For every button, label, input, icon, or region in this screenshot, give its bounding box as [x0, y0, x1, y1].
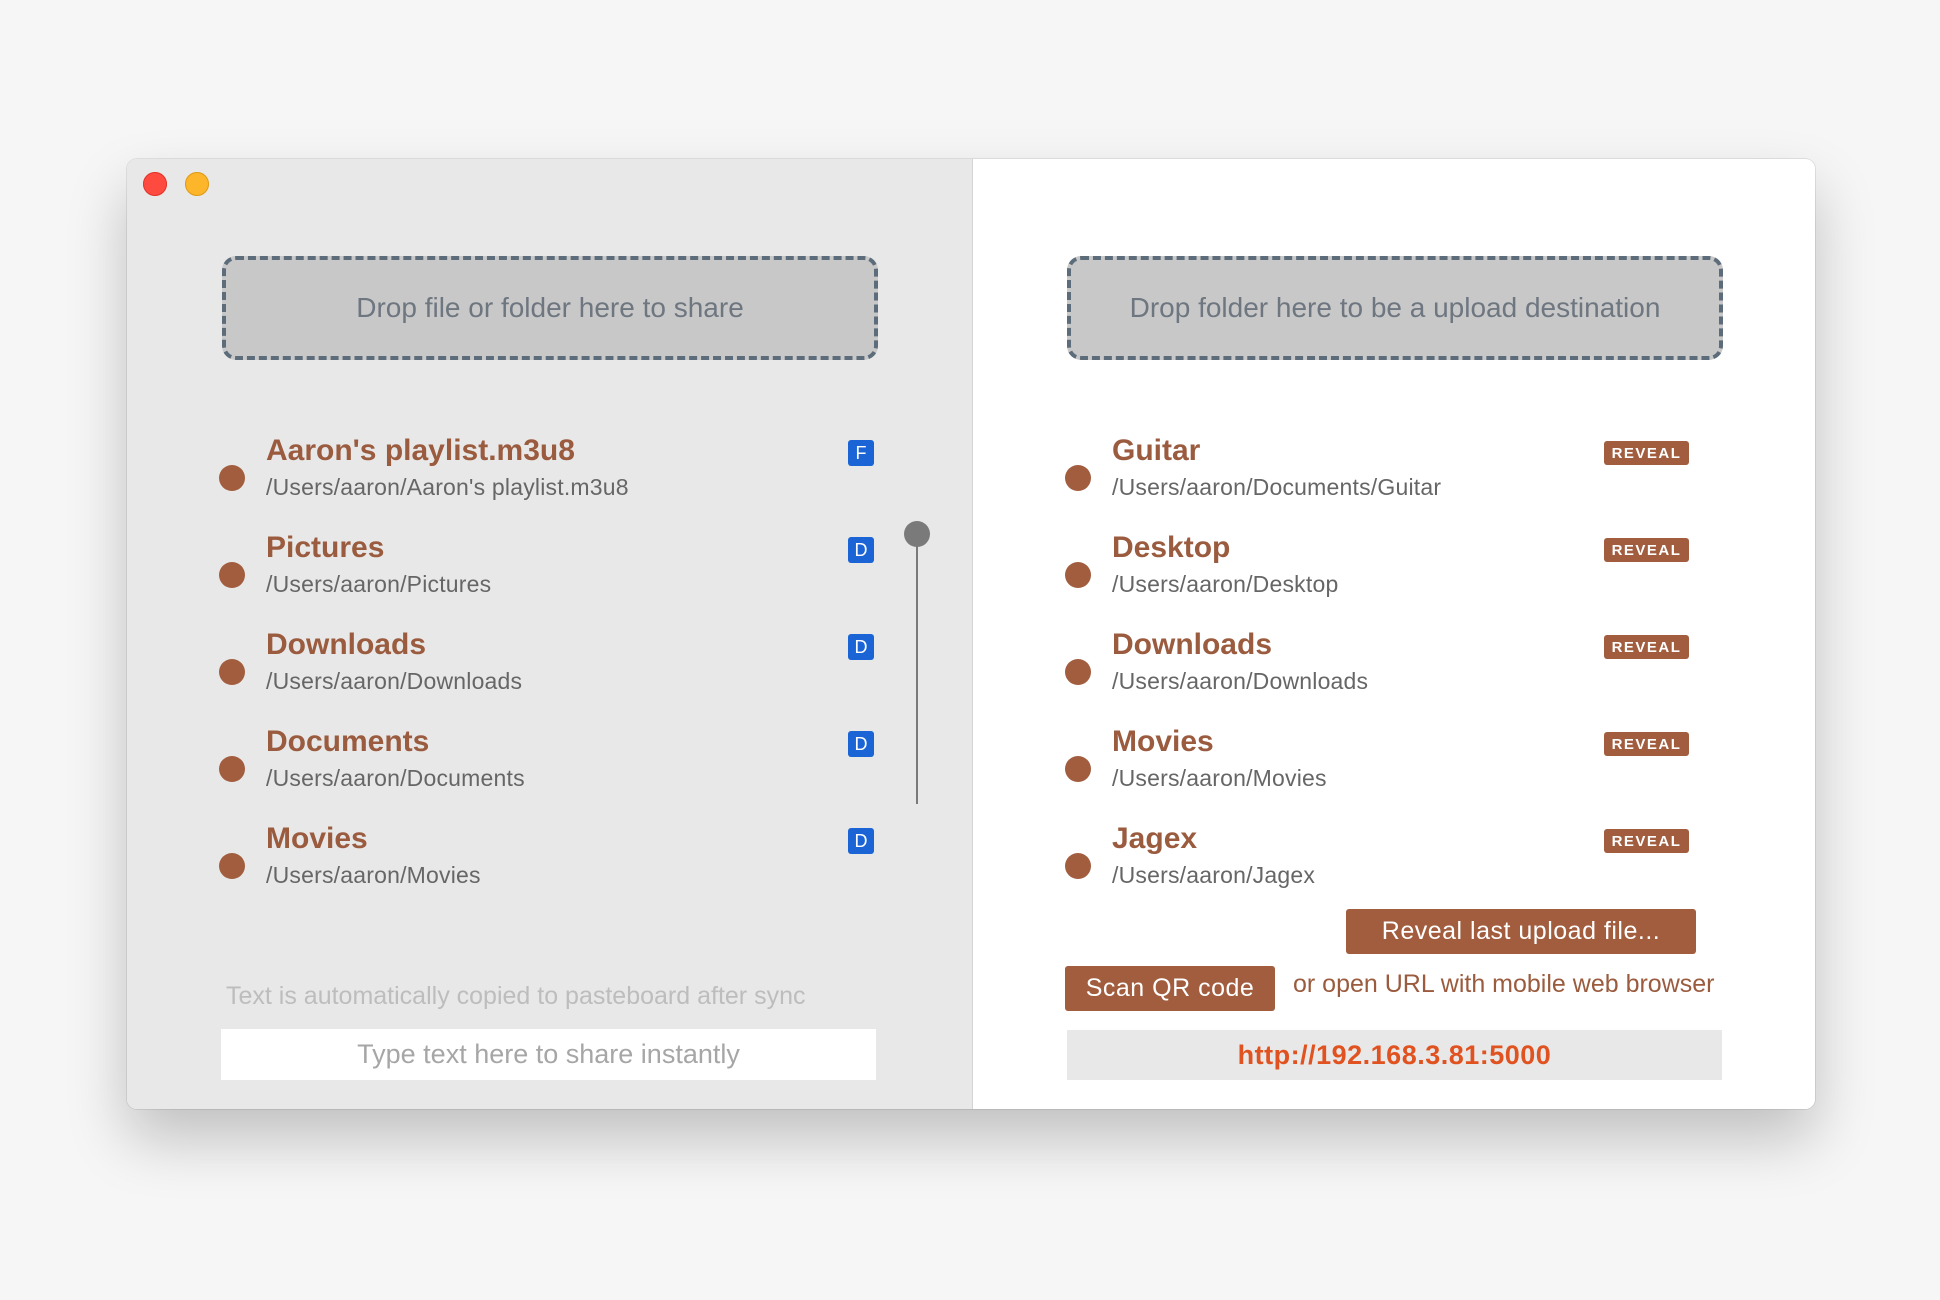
status-dot-icon	[1065, 465, 1091, 491]
reveal-button[interactable]: REVEAL	[1604, 635, 1689, 659]
item-name: Jagex	[1112, 822, 1198, 855]
server-url-text: http://192.168.3.81:5000	[1237, 1039, 1552, 1070]
file-type-badge: D	[848, 828, 874, 854]
scrollbar-track[interactable]	[916, 534, 918, 804]
reveal-button[interactable]: REVEAL	[1604, 829, 1689, 853]
item-name: Movies	[1112, 725, 1214, 758]
list-item[interactable]: Desktop /Users/aaron/Desktop REVEAL	[1065, 531, 1725, 628]
item-path: /Users/aaron/Documents	[266, 765, 525, 791]
status-dot-icon	[219, 562, 245, 588]
list-item[interactable]: Movies /Users/aaron/Movies REVEAL	[1065, 725, 1725, 822]
upload-pane: Drop folder here to be a upload destinat…	[973, 159, 1815, 1109]
item-name: Aaron's playlist.m3u8	[266, 434, 575, 467]
item-path: /Users/aaron/Pictures	[266, 571, 492, 597]
item-name: Documents	[266, 725, 430, 758]
upload-dropzone-label: Drop folder here to be a upload destinat…	[1129, 292, 1661, 323]
scrollbar-handle[interactable]	[904, 521, 930, 547]
list-item[interactable]: Aaron's playlist.m3u8 /Users/aaron/Aaron…	[219, 434, 879, 531]
item-name: Downloads	[266, 628, 427, 661]
status-dot-icon	[219, 465, 245, 491]
item-name: Downloads	[1112, 628, 1273, 661]
close-window-button[interactable]	[143, 172, 167, 196]
file-type-badge: D	[848, 634, 874, 660]
list-item[interactable]: Documents /Users/aaron/Documents D	[219, 725, 879, 822]
item-path: /Users/aaron/Desktop	[1112, 571, 1339, 597]
open-url-hint: or open URL with mobile web browser	[1293, 970, 1715, 998]
status-dot-icon	[219, 853, 245, 879]
item-name: Pictures	[266, 531, 385, 564]
item-path: /Users/aaron/Jagex	[1112, 862, 1316, 888]
scan-qr-button[interactable]: Scan QR code	[1065, 966, 1275, 1011]
item-path: /Users/aaron/Movies	[266, 862, 481, 888]
file-type-badge: F	[848, 440, 874, 466]
share-pane: Drop file or folder here to share Aaron'…	[127, 159, 973, 1109]
status-dot-icon	[1065, 853, 1091, 879]
item-path: /Users/aaron/Aaron's playlist.m3u8	[266, 474, 629, 500]
shared-items-list: Aaron's playlist.m3u8 /Users/aaron/Aaron…	[219, 434, 879, 919]
upload-dropzone[interactable]: Drop folder here to be a upload destinat…	[1067, 256, 1723, 360]
list-item[interactable]: Movies /Users/aaron/Movies D	[219, 822, 879, 919]
reveal-button[interactable]: REVEAL	[1604, 441, 1689, 465]
share-dropzone[interactable]: Drop file or folder here to share	[222, 256, 878, 360]
status-dot-icon	[219, 756, 245, 782]
share-text-input[interactable]	[221, 1029, 876, 1080]
list-item[interactable]: Pictures /Users/aaron/Pictures D	[219, 531, 879, 628]
reveal-button[interactable]: REVEAL	[1604, 732, 1689, 756]
list-item[interactable]: Downloads /Users/aaron/Downloads D	[219, 628, 879, 725]
item-name: Movies	[266, 822, 368, 855]
reveal-last-upload-button[interactable]: Reveal last upload file...	[1346, 909, 1696, 954]
status-dot-icon	[1065, 562, 1091, 588]
status-dot-icon	[219, 659, 245, 685]
upload-destinations-list: Guitar /Users/aaron/Documents/Guitar REV…	[1065, 434, 1725, 919]
status-dot-icon	[1065, 756, 1091, 782]
status-dot-icon	[1065, 659, 1091, 685]
server-url[interactable]: http://192.168.3.81:5000	[1067, 1030, 1722, 1080]
share-dropzone-label: Drop file or folder here to share	[356, 292, 744, 323]
list-item[interactable]: Jagex /Users/aaron/Jagex REVEAL	[1065, 822, 1725, 919]
item-name: Desktop	[1112, 531, 1231, 564]
minimize-window-button[interactable]	[185, 172, 209, 196]
pasteboard-hint: Text is automatically copied to pasteboa…	[226, 982, 806, 1010]
app-window: Drop file or folder here to share Aaron'…	[127, 159, 1815, 1109]
list-item[interactable]: Downloads /Users/aaron/Downloads REVEAL	[1065, 628, 1725, 725]
list-item[interactable]: Guitar /Users/aaron/Documents/Guitar REV…	[1065, 434, 1725, 531]
file-type-badge: D	[848, 731, 874, 757]
item-path: /Users/aaron/Downloads	[1112, 668, 1369, 694]
reveal-button[interactable]: REVEAL	[1604, 538, 1689, 562]
file-type-badge: D	[848, 537, 874, 563]
item-path: /Users/aaron/Downloads	[266, 668, 523, 694]
item-path: /Users/aaron/Documents/Guitar	[1112, 474, 1442, 500]
item-path: /Users/aaron/Movies	[1112, 765, 1327, 791]
item-name: Guitar	[1112, 434, 1201, 467]
